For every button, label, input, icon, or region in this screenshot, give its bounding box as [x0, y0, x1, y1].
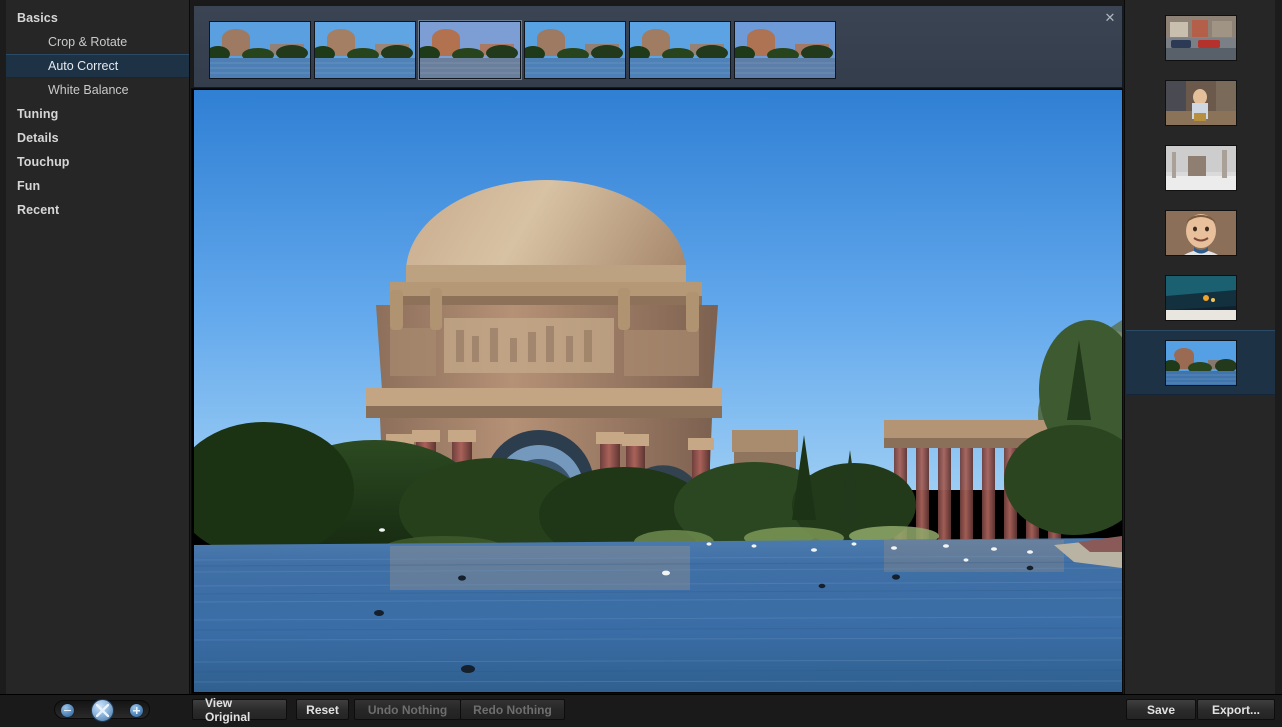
sidebar-item-tuning[interactable]: Tuning	[0, 102, 189, 126]
photo-thumb-boy[interactable]	[1126, 200, 1276, 265]
sidebar-item-touchup[interactable]: Touchup	[0, 150, 189, 174]
button-label: Export...	[1212, 703, 1260, 717]
photo-thumb-palace[interactable]	[1126, 330, 1276, 395]
sidebar-item-label: Basics	[17, 11, 58, 25]
photo-canvas[interactable]	[191, 88, 1123, 694]
sidebar-item-recent[interactable]: Recent	[0, 198, 189, 222]
main-photo-image	[194, 90, 1122, 692]
palace-of-fine-arts-photo	[194, 90, 1122, 692]
button-label: Reset	[306, 703, 339, 717]
photo-thumb-snow[interactable]	[1126, 135, 1276, 200]
photo-editor-window: Basics Crop & Rotate Auto Correct White Bal…	[0, 0, 1282, 727]
variant-preview-image	[630, 22, 730, 78]
sidebar-item-basics[interactable]: Basics	[0, 6, 189, 30]
sidebar-item-fun[interactable]: Fun	[0, 174, 189, 198]
photo-list-sidebar: Back To Photos	[1124, 0, 1282, 694]
photo-thumb-night[interactable]	[1126, 265, 1276, 330]
button-label: Undo Nothing	[368, 703, 447, 717]
auto-correct-variant-2[interactable]	[314, 21, 416, 79]
thumbnail-image	[1166, 276, 1236, 320]
view-original-button[interactable]: View Original	[192, 699, 287, 720]
sidebar-item-label: Tuning	[17, 107, 58, 121]
variant-preview-image	[735, 22, 835, 78]
sidebar-item-crop-rotate[interactable]: Crop & Rotate	[0, 30, 189, 54]
sidebar-item-label: Touchup	[17, 155, 70, 169]
zoom-out-icon[interactable]	[61, 704, 74, 717]
thumbnail-image	[1166, 211, 1236, 255]
button-label: Save	[1147, 703, 1175, 717]
effects-sidebar: Basics Crop & Rotate Auto Correct White Bal…	[0, 0, 190, 694]
sidebar-item-auto-correct[interactable]: Auto Correct	[0, 54, 189, 78]
variant-preview-image	[210, 22, 310, 78]
auto-correct-variant-5[interactable]	[629, 21, 731, 79]
plus-glyph	[133, 707, 140, 714]
auto-correct-variant-6[interactable]	[734, 21, 836, 79]
fit-to-screen-icon	[96, 704, 109, 717]
thumbnail-image	[1166, 81, 1236, 125]
thumbnail-image	[1166, 16, 1236, 60]
redo-button: Redo Nothing	[460, 699, 565, 720]
sidebar-item-label: Details	[17, 131, 59, 145]
reset-button[interactable]: Reset	[296, 699, 349, 720]
undo-button: Undo Nothing	[354, 699, 461, 720]
button-label: View Original	[205, 696, 274, 724]
auto-correct-variants-panel: ✕	[193, 5, 1123, 88]
save-button[interactable]: Save	[1126, 699, 1196, 720]
auto-correct-variant-1[interactable]	[209, 21, 311, 79]
close-icon[interactable]: ✕	[1103, 10, 1117, 24]
thumbnail-image	[1166, 146, 1236, 190]
photo-thumbnail-list[interactable]	[1126, 5, 1276, 528]
button-label: Redo Nothing	[473, 703, 552, 717]
variant-preview-image	[420, 22, 520, 78]
sidebar-item-label: Auto Correct	[48, 59, 118, 73]
zoom-slider[interactable]	[54, 700, 150, 719]
variant-preview-image	[315, 22, 415, 78]
photo-thumb-child[interactable]	[1126, 70, 1276, 135]
minus-glyph	[64, 710, 71, 712]
export-button[interactable]: Export...	[1197, 699, 1275, 720]
sidebar-item-label: White Balance	[48, 83, 129, 97]
thumbnail-image	[1166, 341, 1236, 385]
sidebar-item-white-balance[interactable]: White Balance	[0, 78, 189, 102]
variant-preview-image	[525, 22, 625, 78]
sidebar-item-label: Crop & Rotate	[48, 35, 127, 49]
zoom-in-icon[interactable]	[130, 704, 143, 717]
sidebar-item-details[interactable]: Details	[0, 126, 189, 150]
photo-thumb-street[interactable]	[1126, 5, 1276, 70]
auto-correct-variant-4[interactable]	[524, 21, 626, 79]
sidebar-item-label: Recent	[17, 203, 59, 217]
sidebar-item-label: Fun	[17, 179, 40, 193]
auto-correct-variant-3[interactable]	[419, 21, 521, 79]
zoom-slider-handle[interactable]	[91, 699, 114, 722]
